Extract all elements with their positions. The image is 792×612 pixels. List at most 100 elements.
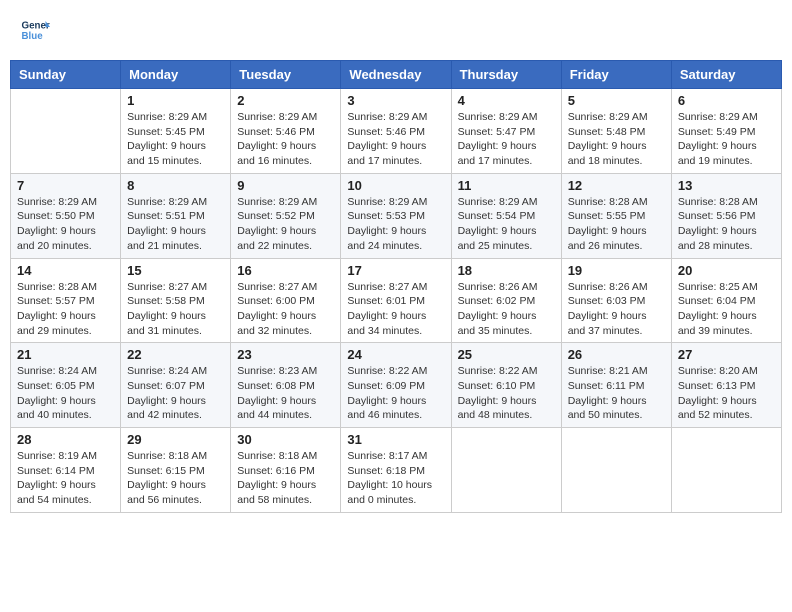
- calendar-cell: 16Sunrise: 8:27 AMSunset: 6:00 PMDayligh…: [231, 258, 341, 343]
- day-info: Sunrise: 8:24 AMSunset: 6:07 PMDaylight:…: [127, 364, 224, 423]
- calendar-cell: 19 Sunrise: 8:26 AMSunset: 6:03 PMDayligh…: [561, 258, 671, 343]
- day-number: 25: [458, 347, 555, 362]
- calendar-cell: 4 Sunrise: 8:29 AMSunset: 5:47 PMDaylight…: [451, 89, 561, 174]
- day-info: Sunrise: 8:28 AMSunset: 5:57 PMDaylight:…: [17, 280, 114, 339]
- day-info: Sunrise: 8:24 AMSunset: 6:05 PMDaylight:…: [17, 364, 114, 423]
- calendar-week-3: 14 Sunrise: 8:28 AMSunset: 5:57 PMDayligh…: [11, 258, 782, 343]
- day-number: 27: [678, 347, 775, 362]
- day-number: 23: [237, 347, 334, 362]
- calendar-cell: 17 Sunrise: 8:27 AMSunset: 6:01 PMDayligh…: [341, 258, 451, 343]
- day-info: Sunrise: 8:20 AMSunset: 6:13 PMDaylight:…: [678, 364, 775, 423]
- calendar-cell: 28 Sunrise: 8:19 AMSunset: 6:14 PMDayligh…: [11, 428, 121, 513]
- calendar-cell: 13 Sunrise: 8:28 AMSunset: 5:56 PMDayligh…: [671, 173, 781, 258]
- day-info: Sunrise: 8:22 AMSunset: 6:10 PMDaylight:…: [458, 364, 555, 423]
- calendar-cell: 9 Sunrise: 8:29 AMSunset: 5:52 PMDaylight…: [231, 173, 341, 258]
- day-info: Sunrise: 8:27 AMSunset: 5:58 PMDaylight:…: [127, 280, 224, 339]
- day-info: Sunrise: 8:22 AMSunset: 6:09 PMDaylight:…: [347, 364, 444, 423]
- day-info: Sunrise: 8:29 AMSunset: 5:49 PMDaylight:…: [678, 110, 775, 169]
- day-info: Sunrise: 8:25 AMSunset: 6:04 PMDaylight:…: [678, 280, 775, 339]
- day-number: 8: [127, 178, 224, 193]
- calendar-cell: 31 Sunrise: 8:17 AMSunset: 6:18 PMDayligh…: [341, 428, 451, 513]
- day-info: Sunrise: 8:29 AMSunset: 5:47 PMDaylight:…: [458, 110, 555, 169]
- day-number: 12: [568, 178, 665, 193]
- calendar-cell: 27 Sunrise: 8:20 AMSunset: 6:13 PMDayligh…: [671, 343, 781, 428]
- day-number: 29: [127, 432, 224, 447]
- day-number: 31: [347, 432, 444, 447]
- calendar-cell: 29 Sunrise: 8:18 AMSunset: 6:15 PMDayligh…: [121, 428, 231, 513]
- day-info: Sunrise: 8:27 AMSunset: 6:01 PMDaylight:…: [347, 280, 444, 339]
- day-number: 9: [237, 178, 334, 193]
- calendar-cell: 12 Sunrise: 8:28 AMSunset: 5:55 PMDayligh…: [561, 173, 671, 258]
- day-info: Sunrise: 8:19 AMSunset: 6:14 PMDaylight:…: [17, 449, 114, 508]
- calendar-cell: 30Sunrise: 8:18 AMSunset: 6:16 PMDayligh…: [231, 428, 341, 513]
- day-info: Sunrise: 8:29 AMSunset: 5:46 PMDaylight:…: [237, 110, 334, 169]
- day-number: 22: [127, 347, 224, 362]
- day-number: 15: [127, 263, 224, 278]
- day-header-monday: Monday: [121, 61, 231, 89]
- day-info: Sunrise: 8:29 AMSunset: 5:52 PMDaylight:…: [237, 195, 334, 254]
- day-number: 26: [568, 347, 665, 362]
- calendar-table: SundayMondayTuesdayWednesdayThursdayFrid…: [10, 60, 782, 513]
- day-info: Sunrise: 8:17 AMSunset: 6:18 PMDaylight:…: [347, 449, 444, 508]
- day-info: Sunrise: 8:29 AMSunset: 5:50 PMDaylight:…: [17, 195, 114, 254]
- calendar-cell: 14 Sunrise: 8:28 AMSunset: 5:57 PMDayligh…: [11, 258, 121, 343]
- day-number: 16: [237, 263, 334, 278]
- calendar-cell: 15 Sunrise: 8:27 AMSunset: 5:58 PMDayligh…: [121, 258, 231, 343]
- calendar-cell: 3 Sunrise: 8:29 AMSunset: 5:46 PMDaylight…: [341, 89, 451, 174]
- day-info: Sunrise: 8:29 AMSunset: 5:51 PMDaylight:…: [127, 195, 224, 254]
- day-header-friday: Friday: [561, 61, 671, 89]
- calendar-cell: 22 Sunrise: 8:24 AMSunset: 6:07 PMDayligh…: [121, 343, 231, 428]
- calendar-cell: 25 Sunrise: 8:22 AMSunset: 6:10 PMDayligh…: [451, 343, 561, 428]
- day-number: 2: [237, 93, 334, 108]
- day-number: 28: [17, 432, 114, 447]
- day-number: 21: [17, 347, 114, 362]
- calendar-week-1: 1 Sunrise: 8:29 AMSunset: 5:45 PMDaylight…: [11, 89, 782, 174]
- calendar-cell: 20 Sunrise: 8:25 AMSunset: 6:04 PMDayligh…: [671, 258, 781, 343]
- day-info: Sunrise: 8:29 AMSunset: 5:46 PMDaylight:…: [347, 110, 444, 169]
- day-header-tuesday: Tuesday: [231, 61, 341, 89]
- day-info: Sunrise: 8:29 AMSunset: 5:54 PMDaylight:…: [458, 195, 555, 254]
- day-info: Sunrise: 8:29 AMSunset: 5:45 PMDaylight:…: [127, 110, 224, 169]
- day-info: Sunrise: 8:28 AMSunset: 5:56 PMDaylight:…: [678, 195, 775, 254]
- day-number: 14: [17, 263, 114, 278]
- calendar-cell: 26 Sunrise: 8:21 AMSunset: 6:11 PMDayligh…: [561, 343, 671, 428]
- calendar-cell: 18Sunrise: 8:26 AMSunset: 6:02 PMDayligh…: [451, 258, 561, 343]
- day-info: Sunrise: 8:26 AMSunset: 6:03 PMDaylight:…: [568, 280, 665, 339]
- day-number: 19: [568, 263, 665, 278]
- calendar-cell: 10Sunrise: 8:29 AMSunset: 5:53 PMDayligh…: [341, 173, 451, 258]
- day-number: 3: [347, 93, 444, 108]
- calendar-cell: 7 Sunrise: 8:29 AMSunset: 5:50 PMDaylight…: [11, 173, 121, 258]
- day-info: Sunrise: 8:21 AMSunset: 6:11 PMDaylight:…: [568, 364, 665, 423]
- calendar-cell: 6 Sunrise: 8:29 AMSunset: 5:49 PMDaylight…: [671, 89, 781, 174]
- day-number: 20: [678, 263, 775, 278]
- day-number: 5: [568, 93, 665, 108]
- day-number: 4: [458, 93, 555, 108]
- calendar-cell: 24Sunrise: 8:22 AMSunset: 6:09 PMDayligh…: [341, 343, 451, 428]
- calendar-cell: [451, 428, 561, 513]
- day-number: 17: [347, 263, 444, 278]
- day-number: 30: [237, 432, 334, 447]
- day-number: 7: [17, 178, 114, 193]
- calendar-cell: 11Sunrise: 8:29 AMSunset: 5:54 PMDayligh…: [451, 173, 561, 258]
- day-info: Sunrise: 8:18 AMSunset: 6:15 PMDaylight:…: [127, 449, 224, 508]
- day-number: 13: [678, 178, 775, 193]
- calendar-cell: 8 Sunrise: 8:29 AMSunset: 5:51 PMDaylight…: [121, 173, 231, 258]
- calendar-cell: 21 Sunrise: 8:24 AMSunset: 6:05 PMDayligh…: [11, 343, 121, 428]
- calendar-body: 1 Sunrise: 8:29 AMSunset: 5:45 PMDaylight…: [11, 89, 782, 513]
- calendar-week-5: 28 Sunrise: 8:19 AMSunset: 6:14 PMDayligh…: [11, 428, 782, 513]
- day-info: Sunrise: 8:29 AMSunset: 5:53 PMDaylight:…: [347, 195, 444, 254]
- day-number: 1: [127, 93, 224, 108]
- day-number: 6: [678, 93, 775, 108]
- day-info: Sunrise: 8:26 AMSunset: 6:02 PMDaylight:…: [458, 280, 555, 339]
- logo-icon: General Blue: [20, 15, 50, 45]
- day-info: Sunrise: 8:28 AMSunset: 5:55 PMDaylight:…: [568, 195, 665, 254]
- calendar-cell: 23Sunrise: 8:23 AMSunset: 6:08 PMDayligh…: [231, 343, 341, 428]
- page-header: General Blue: [10, 10, 782, 50]
- calendar-cell: [11, 89, 121, 174]
- day-header-sunday: Sunday: [11, 61, 121, 89]
- calendar-cell: 5Sunrise: 8:29 AMSunset: 5:48 PMDaylight…: [561, 89, 671, 174]
- calendar-week-2: 7 Sunrise: 8:29 AMSunset: 5:50 PMDaylight…: [11, 173, 782, 258]
- calendar-cell: [671, 428, 781, 513]
- svg-text:Blue: Blue: [22, 31, 44, 42]
- calendar-week-4: 21 Sunrise: 8:24 AMSunset: 6:05 PMDayligh…: [11, 343, 782, 428]
